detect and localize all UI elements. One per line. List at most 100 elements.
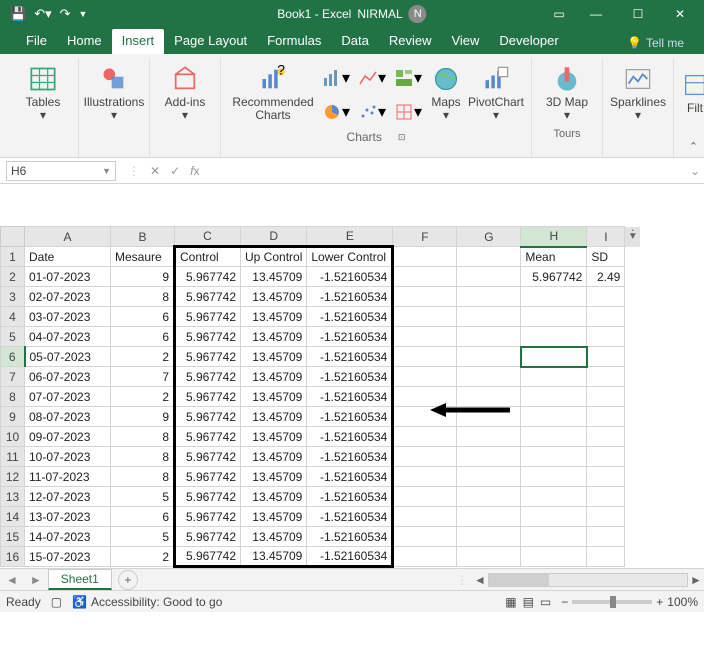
cell[interactable]: 6 <box>111 327 175 347</box>
cell[interactable] <box>393 427 457 447</box>
cell[interactable] <box>587 387 625 407</box>
scatter-chart-icon[interactable]: ▾ <box>355 96 389 128</box>
cell[interactable]: 7 <box>111 367 175 387</box>
cell[interactable]: 5 <box>111 527 175 547</box>
tab-nav-next-icon[interactable]: ► <box>24 573 48 587</box>
cell[interactable]: Control <box>175 247 241 267</box>
select-all-cell[interactable] <box>1 227 25 247</box>
cell[interactable]: 5.967742 <box>175 387 241 407</box>
formula-input[interactable] <box>205 161 686 181</box>
cell[interactable]: 15-07-2023 <box>25 547 111 567</box>
cell[interactable]: 8 <box>111 467 175 487</box>
cell[interactable]: 5.967742 <box>175 487 241 507</box>
row-header[interactable]: 5 <box>1 327 25 347</box>
cell[interactable] <box>393 447 457 467</box>
hierarchy-chart-icon[interactable]: ▾ <box>391 62 425 94</box>
cell[interactable]: -1.52160534 <box>307 387 393 407</box>
cell[interactable]: 6 <box>111 507 175 527</box>
ribbon-display-options-icon[interactable]: ▭ <box>544 0 574 28</box>
row-header[interactable]: 14 <box>1 507 25 527</box>
cell[interactable]: 2.49 <box>587 267 625 287</box>
page-break-view-icon[interactable]: ▭ <box>540 595 551 609</box>
cell[interactable]: 13.45709 <box>241 507 307 527</box>
zoom-out-icon[interactable]: − <box>561 595 568 609</box>
cell[interactable]: 02-07-2023 <box>25 287 111 307</box>
cell[interactable]: 2 <box>111 347 175 367</box>
tell-me[interactable]: 💡 Tell me <box>627 36 704 54</box>
zoom-slider[interactable] <box>572 600 652 604</box>
cell[interactable] <box>457 247 521 267</box>
cell[interactable]: 13.45709 <box>241 487 307 507</box>
fx-icon[interactable]: fx <box>190 164 199 178</box>
scroll-down-icon[interactable]: ▼ <box>625 231 640 247</box>
sheet-tab[interactable]: Sheet1 <box>48 569 112 590</box>
cell[interactable] <box>457 307 521 327</box>
row-header[interactable]: 4 <box>1 307 25 327</box>
addins-button[interactable]: Add-ins▾ <box>156 60 214 126</box>
cell[interactable] <box>587 327 625 347</box>
cell[interactable] <box>587 487 625 507</box>
cell[interactable] <box>393 507 457 527</box>
cell[interactable]: 2 <box>111 387 175 407</box>
cell[interactable]: 2 <box>111 547 175 567</box>
scroll-left-icon[interactable]: ◄ <box>472 573 488 587</box>
cell[interactable]: 5.967742 <box>175 447 241 467</box>
cell[interactable] <box>587 407 625 427</box>
cell[interactable]: Mesaure <box>111 247 175 267</box>
name-box[interactable]: H6 ▼ <box>6 161 116 181</box>
cell[interactable]: -1.52160534 <box>307 407 393 427</box>
illustrations-button[interactable]: Illustrations▾ <box>85 60 143 126</box>
cell[interactable] <box>521 367 587 387</box>
row-header[interactable]: 7 <box>1 367 25 387</box>
cell[interactable] <box>457 527 521 547</box>
cell[interactable]: 9 <box>111 407 175 427</box>
cell[interactable]: 11-07-2023 <box>25 467 111 487</box>
undo-icon[interactable]: ↶▾ <box>34 6 51 22</box>
cell[interactable]: 8 <box>111 427 175 447</box>
row-header[interactable]: 12 <box>1 467 25 487</box>
horizontal-scrollbar[interactable]: ⋮ ◄ ► <box>452 571 704 589</box>
zoom-level[interactable]: 100% <box>667 595 698 609</box>
macro-record-icon[interactable]: ▢ <box>51 595 62 609</box>
cell[interactable]: 13.45709 <box>241 307 307 327</box>
cell[interactable] <box>457 507 521 527</box>
column-chart-icon[interactable]: ▾ <box>319 62 353 94</box>
cell[interactable]: 9 <box>111 267 175 287</box>
cell[interactable]: -1.52160534 <box>307 427 393 447</box>
qat-more-icon[interactable]: ▼ <box>79 9 88 19</box>
cell[interactable]: 13.45709 <box>241 367 307 387</box>
cell[interactable] <box>587 547 625 567</box>
cell[interactable]: -1.52160534 <box>307 347 393 367</box>
cell[interactable]: 14-07-2023 <box>25 527 111 547</box>
surface-chart-icon[interactable]: ▾ <box>391 96 425 128</box>
cell[interactable] <box>521 327 587 347</box>
col-header[interactable]: B <box>111 227 175 247</box>
cell[interactable]: 13.45709 <box>241 387 307 407</box>
cell[interactable]: 5.967742 <box>175 267 241 287</box>
cell[interactable] <box>587 307 625 327</box>
row-header[interactable]: 1 <box>1 247 25 267</box>
cell[interactable] <box>587 467 625 487</box>
cell[interactable]: 03-07-2023 <box>25 307 111 327</box>
cell[interactable]: 01-07-2023 <box>25 267 111 287</box>
cell[interactable] <box>457 467 521 487</box>
cell[interactable]: 13.45709 <box>241 347 307 367</box>
cancel-formula-icon[interactable]: ✕ <box>150 164 160 178</box>
cell[interactable] <box>587 347 625 367</box>
cell[interactable] <box>521 507 587 527</box>
cell[interactable] <box>393 487 457 507</box>
cell[interactable]: 13.45709 <box>241 267 307 287</box>
expand-formula-bar-icon[interactable]: ⌄ <box>686 164 704 178</box>
cell[interactable] <box>393 467 457 487</box>
col-header[interactable]: H <box>521 227 587 247</box>
cell[interactable] <box>457 487 521 507</box>
cell[interactable] <box>457 547 521 567</box>
col-header[interactable]: F <box>393 227 457 247</box>
cell[interactable]: 08-07-2023 <box>25 407 111 427</box>
cell[interactable]: 05-07-2023 <box>25 347 111 367</box>
cell[interactable] <box>457 447 521 467</box>
cell[interactable]: 5.967742 <box>175 407 241 427</box>
cell[interactable] <box>587 507 625 527</box>
zoom-in-icon[interactable]: + <box>656 595 663 609</box>
filters-button[interactable]: Filt <box>680 60 704 126</box>
